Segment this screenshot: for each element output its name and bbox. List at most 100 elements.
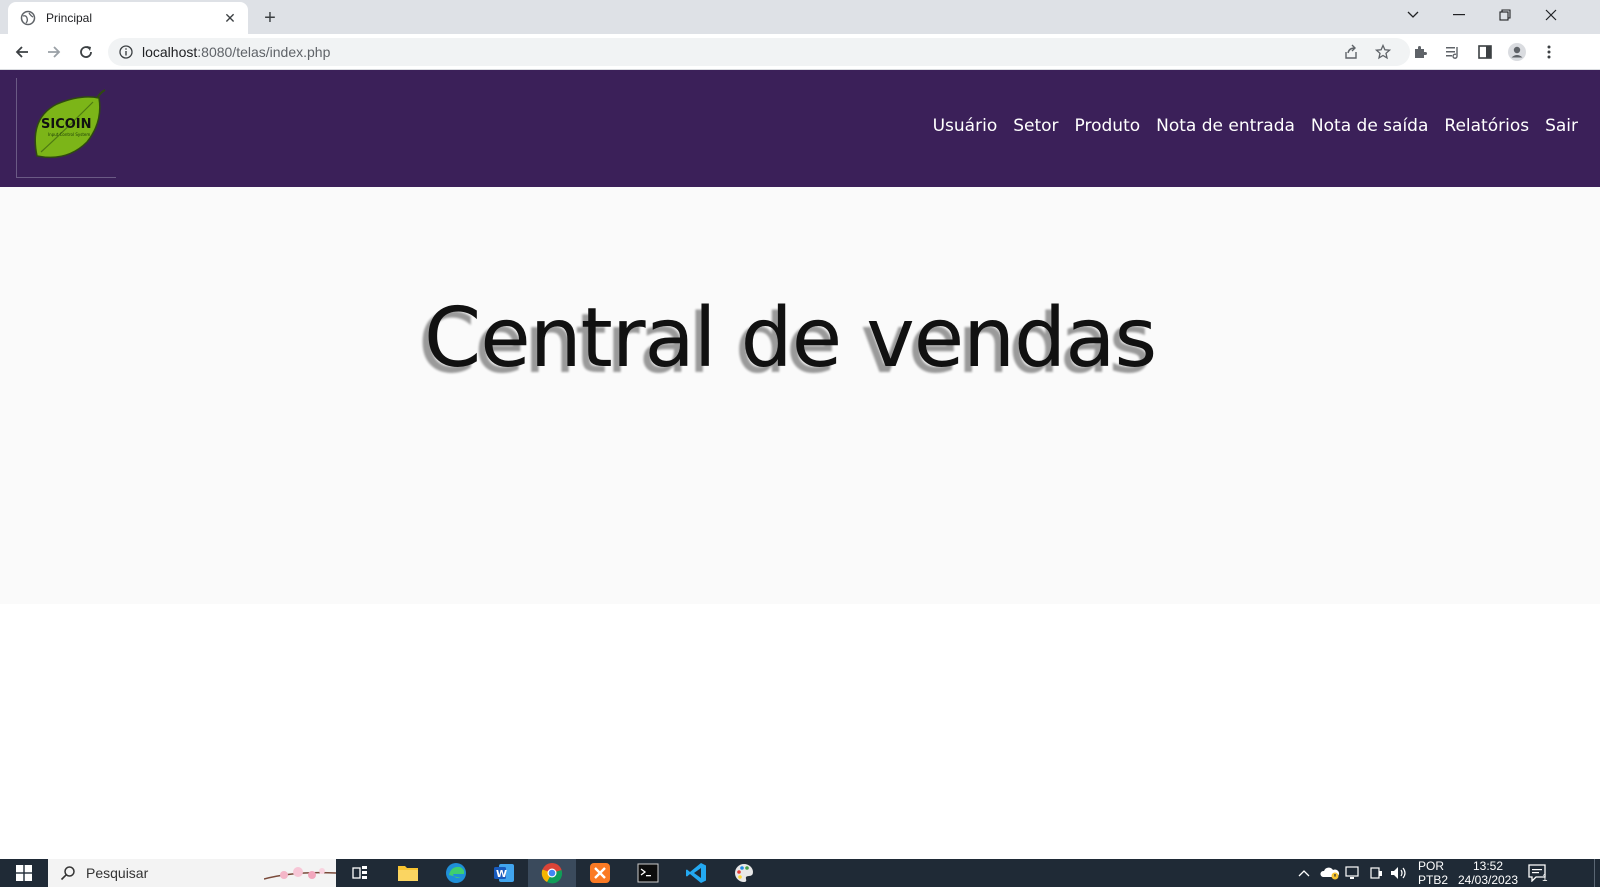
close-icon [1545,9,1557,21]
os-taskbar: Pesquisar W POR PTB2 13:52 24/03/2023 1 [0,859,1600,887]
nav-produto[interactable]: Produto [1075,116,1141,136]
arrow-right-icon [48,46,61,58]
taskbar-vscode[interactable] [672,859,720,887]
side-panel-button[interactable] [1472,40,1498,64]
sicoin-logo: SICOIN Input Control System [34,89,106,159]
url-path: :8080/telas/index.php [197,44,331,60]
clock-time: 13:52 [1472,859,1504,873]
chevron-down-icon [1407,11,1419,18]
media-button[interactable] [1440,40,1466,64]
restore-icon [1499,9,1511,21]
back-button[interactable] [8,38,36,66]
word-icon: W [494,864,514,882]
language-label: POR [1418,859,1445,873]
cherry-blossom-icon [264,867,336,880]
tray-onedrive[interactable] [1320,859,1340,887]
avatar-icon [1508,43,1526,61]
nav-setor[interactable]: Setor [1013,116,1058,136]
minimize-button[interactable] [1436,0,1482,30]
side-panel-icon [1478,45,1492,59]
logo-text: SICOIN [41,117,92,132]
edge-icon [446,863,466,883]
taskbar-file-explorer[interactable] [384,859,432,887]
task-view-button[interactable] [336,859,384,887]
site-header: SICOIN Input Control System Usuário Seto… [0,70,1600,187]
windows-icon [16,865,32,881]
notification-count: 1 [1542,872,1548,884]
share-button[interactable] [1340,42,1362,62]
main-nav: Usuário Setor Produto Nota de entrada No… [933,116,1578,136]
tray-overflow-button[interactable] [1298,859,1310,887]
puzzle-icon [1415,46,1427,58]
palette-icon [735,864,753,882]
new-tab-button[interactable]: + [258,6,282,30]
logo-link[interactable]: SICOIN Input Control System [16,78,116,178]
reload-icon [80,46,92,58]
network-icon [1345,866,1359,879]
start-button[interactable] [0,859,48,887]
nav-sair[interactable]: Sair [1545,116,1578,136]
share-icon [1345,44,1357,59]
kebab-menu-icon [1547,45,1551,59]
address-bar[interactable]: localhost:8080/telas/index.php [108,38,1410,66]
site-info-icon[interactable] [118,44,134,60]
tray-volume[interactable] [1390,859,1408,887]
chrome-icon [541,863,563,884]
nav-nota-de-saida[interactable]: Nota de saída [1311,116,1428,136]
cloud-warning-icon [1320,867,1340,880]
xampp-icon [590,863,610,883]
taskbar-paint[interactable] [720,859,768,887]
vscode-icon [686,863,706,883]
arrow-left-icon [15,46,28,58]
show-desktop-button[interactable] [1594,859,1600,887]
taskbar-chrome[interactable] [528,859,576,887]
close-window-button[interactable] [1528,0,1574,30]
browser-tab[interactable]: Principal ✕ [8,2,248,34]
taskbar-search[interactable]: Pesquisar [48,859,336,887]
bookmark-button[interactable] [1372,42,1394,62]
task-view-icon [352,866,367,879]
taskbar-word[interactable]: W [480,859,528,887]
tray-clock[interactable]: 13:52 24/03/2023 [1456,859,1520,887]
hero-section: Central de vendas [0,187,1600,604]
close-tab-icon[interactable]: ✕ [222,10,238,26]
search-placeholder: Pesquisar [86,865,149,881]
restore-button[interactable] [1482,0,1528,30]
star-icon [1375,44,1391,60]
browser-tab-strip: Principal ✕ + [0,0,1600,34]
speaker-icon [1391,867,1406,879]
device-icon [1370,867,1382,879]
taskbar-edge[interactable] [432,859,480,887]
minimize-icon [1453,14,1465,16]
browser-menu-button[interactable] [1536,40,1562,64]
tab-title: Principal [46,11,93,25]
search-icon [60,866,75,881]
keyboard-layout-label: PTB2 [1418,873,1449,887]
logo-subtext: Input Control System [48,132,90,137]
url-text: localhost:8080/telas/index.php [142,44,330,60]
tray-language[interactable]: POR PTB2 [1418,859,1448,887]
tray-network[interactable] [1344,859,1362,887]
nav-relatorios[interactable]: Relatórios [1444,116,1529,136]
reload-button[interactable] [72,38,100,66]
url-host: localhost [142,44,198,60]
tab-search-button[interactable] [1390,0,1436,30]
nav-usuario[interactable]: Usuário [933,116,998,136]
nav-nota-de-entrada[interactable]: Nota de entrada [1156,116,1295,136]
chevron-up-icon [1298,870,1310,877]
globe-icon [20,10,36,26]
svg-text:W: W [496,869,507,880]
media-queue-icon [1446,47,1458,59]
folder-icon [398,866,418,881]
tray-device[interactable] [1368,859,1384,887]
page-title: Central de vendas [424,291,1157,386]
taskbar-terminal[interactable] [624,859,672,887]
extensions-button[interactable] [1408,40,1434,64]
terminal-icon [637,863,659,883]
profile-button[interactable] [1504,40,1530,64]
taskbar-xampp[interactable] [576,859,624,887]
clock-date: 24/03/2023 [1457,873,1519,887]
notifications-button[interactable]: 1 [1528,859,1548,887]
forward-button[interactable] [40,38,68,66]
browser-toolbar: localhost:8080/telas/index.php [0,34,1600,70]
